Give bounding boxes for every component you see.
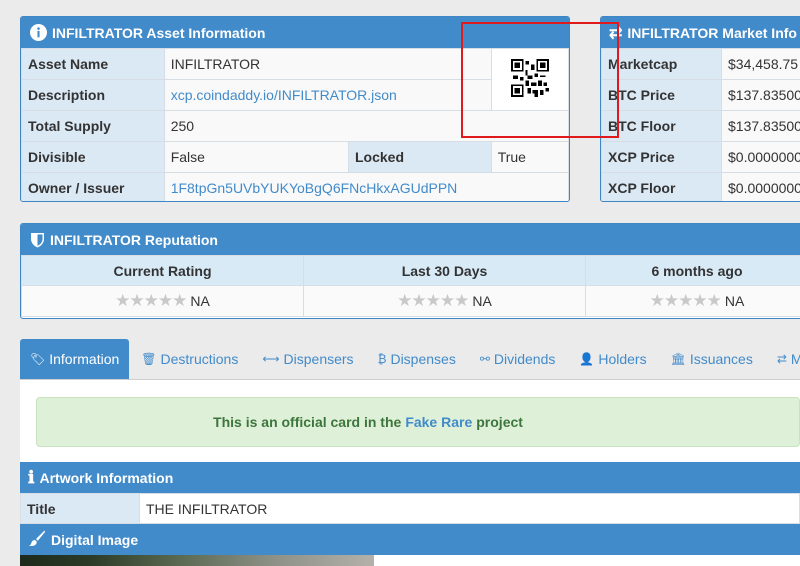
rating-value: NA bbox=[472, 293, 492, 309]
reputation-table: Current Rating Last 30 Days 6 months ago… bbox=[21, 255, 800, 317]
description-label: Description bbox=[21, 79, 165, 111]
tab-content: This is an official card in the Fake Rar… bbox=[20, 380, 800, 566]
bitcoin-icon: ₿ bbox=[377, 352, 387, 366]
asset-info-table: Asset Name INFILTRATOR Description xcp.c… bbox=[21, 48, 569, 201]
tab-label: Dividends bbox=[493, 351, 556, 367]
total-supply-label: Total Supply bbox=[21, 110, 165, 142]
divisible-label: Divisible bbox=[21, 141, 165, 173]
reputation-panel: INFILTRATOR Reputation Current Rating La… bbox=[20, 223, 800, 319]
owner-issuer-label: Owner / Issuer bbox=[21, 172, 165, 201]
rating-value: NA bbox=[724, 293, 745, 309]
qr-code-cell bbox=[490, 48, 569, 111]
artwork-title-value: THE INFILTRATOR bbox=[140, 493, 800, 524]
market-info-panel: ⇄ INFILTRATOR Market Info Marketcap $34,4… bbox=[600, 16, 800, 202]
description-link[interactable]: xcp.coindaddy.io/INFILTRATOR.json bbox=[171, 87, 397, 103]
market-info-table: Marketcap $34,458.75 BTC Price $137.83500 … bbox=[601, 48, 800, 201]
market-value: $137.83500 bbox=[721, 110, 800, 142]
tab-dividends[interactable]: ⚯ Dividends bbox=[468, 339, 568, 379]
asset-info-panel: INFILTRATOR Asset Information Asset Name… bbox=[20, 16, 570, 202]
star-rating-icon[interactable]: ★★★★★ bbox=[115, 291, 187, 310]
tab-dispensers[interactable]: ⟷ Dispensers bbox=[250, 339, 365, 379]
tab-label: Mar bbox=[790, 351, 800, 367]
user-icon: 👤 bbox=[579, 352, 595, 366]
rating-column-header: Last 30 Days bbox=[303, 255, 586, 286]
rating-column-header: 6 months ago bbox=[585, 255, 800, 286]
tab-dispenses[interactable]: ₿ Dispenses bbox=[366, 339, 468, 379]
fake-rare-link[interactable]: Fake Rare bbox=[405, 414, 472, 430]
rating-cell: ★★★★★ NA bbox=[303, 285, 586, 317]
artwork-info-header: ℹ Artwork Information bbox=[20, 462, 800, 493]
asset-info-title: INFILTRATOR Asset Information bbox=[52, 24, 266, 41]
asset-tabs: 🏷 Information 🗑 Destructions ⟷ Dispensers ₿… bbox=[20, 339, 800, 380]
artwork-title-row: Title THE INFILTRATOR bbox=[20, 493, 800, 524]
total-supply-value: 250 bbox=[163, 110, 569, 142]
artwork-title-label: Title bbox=[20, 493, 140, 524]
star-rating-icon[interactable]: ★★★★★ bbox=[650, 291, 722, 310]
info-icon: ℹ bbox=[28, 467, 35, 488]
bank-icon: 🏛 bbox=[670, 352, 686, 366]
tab-holders[interactable]: 👤 Holders bbox=[567, 339, 658, 379]
arrows-h-icon: ⟷ bbox=[262, 352, 280, 366]
reputation-header: INFILTRATOR Reputation bbox=[21, 224, 800, 255]
asset-name-value: INFILTRATOR bbox=[163, 48, 492, 80]
rating-column-header: Current Rating bbox=[21, 255, 304, 286]
qr-code-icon[interactable] bbox=[510, 59, 549, 97]
market-info-header: ⇄ INFILTRATOR Market Info bbox=[601, 17, 800, 48]
market-label: XCP Floor bbox=[601, 172, 722, 201]
owner-issuer-link[interactable]: 1F8tpGn5UVbYUKYoBgQ6FNcHkxAGUdPPN bbox=[171, 180, 458, 196]
star-rating-icon[interactable]: ★★★★★ bbox=[397, 291, 469, 310]
shield-icon bbox=[30, 232, 45, 248]
market-label: XCP Price bbox=[601, 141, 722, 173]
tab-label: Holders bbox=[598, 351, 647, 367]
tab-label: Dispenses bbox=[390, 351, 456, 367]
market-value: $0.0000000 bbox=[721, 172, 800, 201]
sitemap-icon: ⚯ bbox=[479, 352, 490, 366]
divisible-value: False bbox=[163, 141, 350, 173]
rating-cell: ★★★★★ NA bbox=[585, 285, 800, 317]
tab-label: Dispensers bbox=[283, 351, 354, 367]
tab-markets[interactable]: ⇄Mar bbox=[765, 339, 800, 379]
digital-image-header: Digital Image bbox=[20, 524, 800, 555]
market-value: $137.83500 bbox=[721, 79, 800, 111]
exchange-icon: ⇄ bbox=[776, 352, 787, 366]
asset-info-header: INFILTRATOR Asset Information bbox=[21, 17, 569, 48]
info-circle-icon bbox=[30, 24, 47, 41]
market-value: $0.0000000 bbox=[721, 141, 800, 173]
market-value: $34,458.75 bbox=[721, 48, 800, 80]
market-label: BTC Floor bbox=[601, 110, 722, 142]
owner-issuer-cell: 1F8tpGn5UVbYUKYoBgQ6FNcHkxAGUdPPN bbox=[163, 172, 569, 201]
market-label: Marketcap bbox=[601, 48, 722, 80]
locked-value: True bbox=[490, 141, 569, 173]
tab-label: Destructions bbox=[160, 351, 239, 367]
alert-prefix: This is an official card in the bbox=[213, 414, 402, 430]
description-cell: xcp.coindaddy.io/INFILTRATOR.json bbox=[163, 79, 492, 111]
market-label: BTC Price bbox=[601, 79, 722, 111]
tab-label: Issuances bbox=[689, 351, 753, 367]
asset-name-label: Asset Name bbox=[21, 48, 165, 80]
trash-icon: 🗑 bbox=[141, 352, 157, 366]
digital-image-title: Digital Image bbox=[51, 531, 139, 548]
tab-label: Information bbox=[49, 351, 120, 367]
market-info-title: INFILTRATOR Market Info bbox=[627, 24, 797, 41]
tab-destructions[interactable]: 🗑 Destructions bbox=[129, 339, 250, 379]
exchange-icon: ⇄ bbox=[609, 24, 623, 42]
paint-brush-icon bbox=[28, 529, 46, 550]
rating-value: NA bbox=[190, 293, 210, 309]
official-card-alert: This is an official card in the Fake Rar… bbox=[36, 397, 800, 447]
tag-icon: 🏷 bbox=[30, 352, 46, 366]
rating-cell: ★★★★★ NA bbox=[21, 285, 304, 317]
alert-suffix: project bbox=[476, 414, 523, 430]
artwork-info-title: Artwork Information bbox=[39, 469, 174, 486]
digital-image bbox=[20, 555, 374, 566]
locked-label: Locked bbox=[348, 141, 492, 173]
tab-issuances[interactable]: 🏛 Issuances bbox=[659, 339, 765, 379]
tab-information[interactable]: 🏷 Information bbox=[20, 339, 130, 379]
reputation-title: INFILTRATOR Reputation bbox=[50, 231, 218, 248]
